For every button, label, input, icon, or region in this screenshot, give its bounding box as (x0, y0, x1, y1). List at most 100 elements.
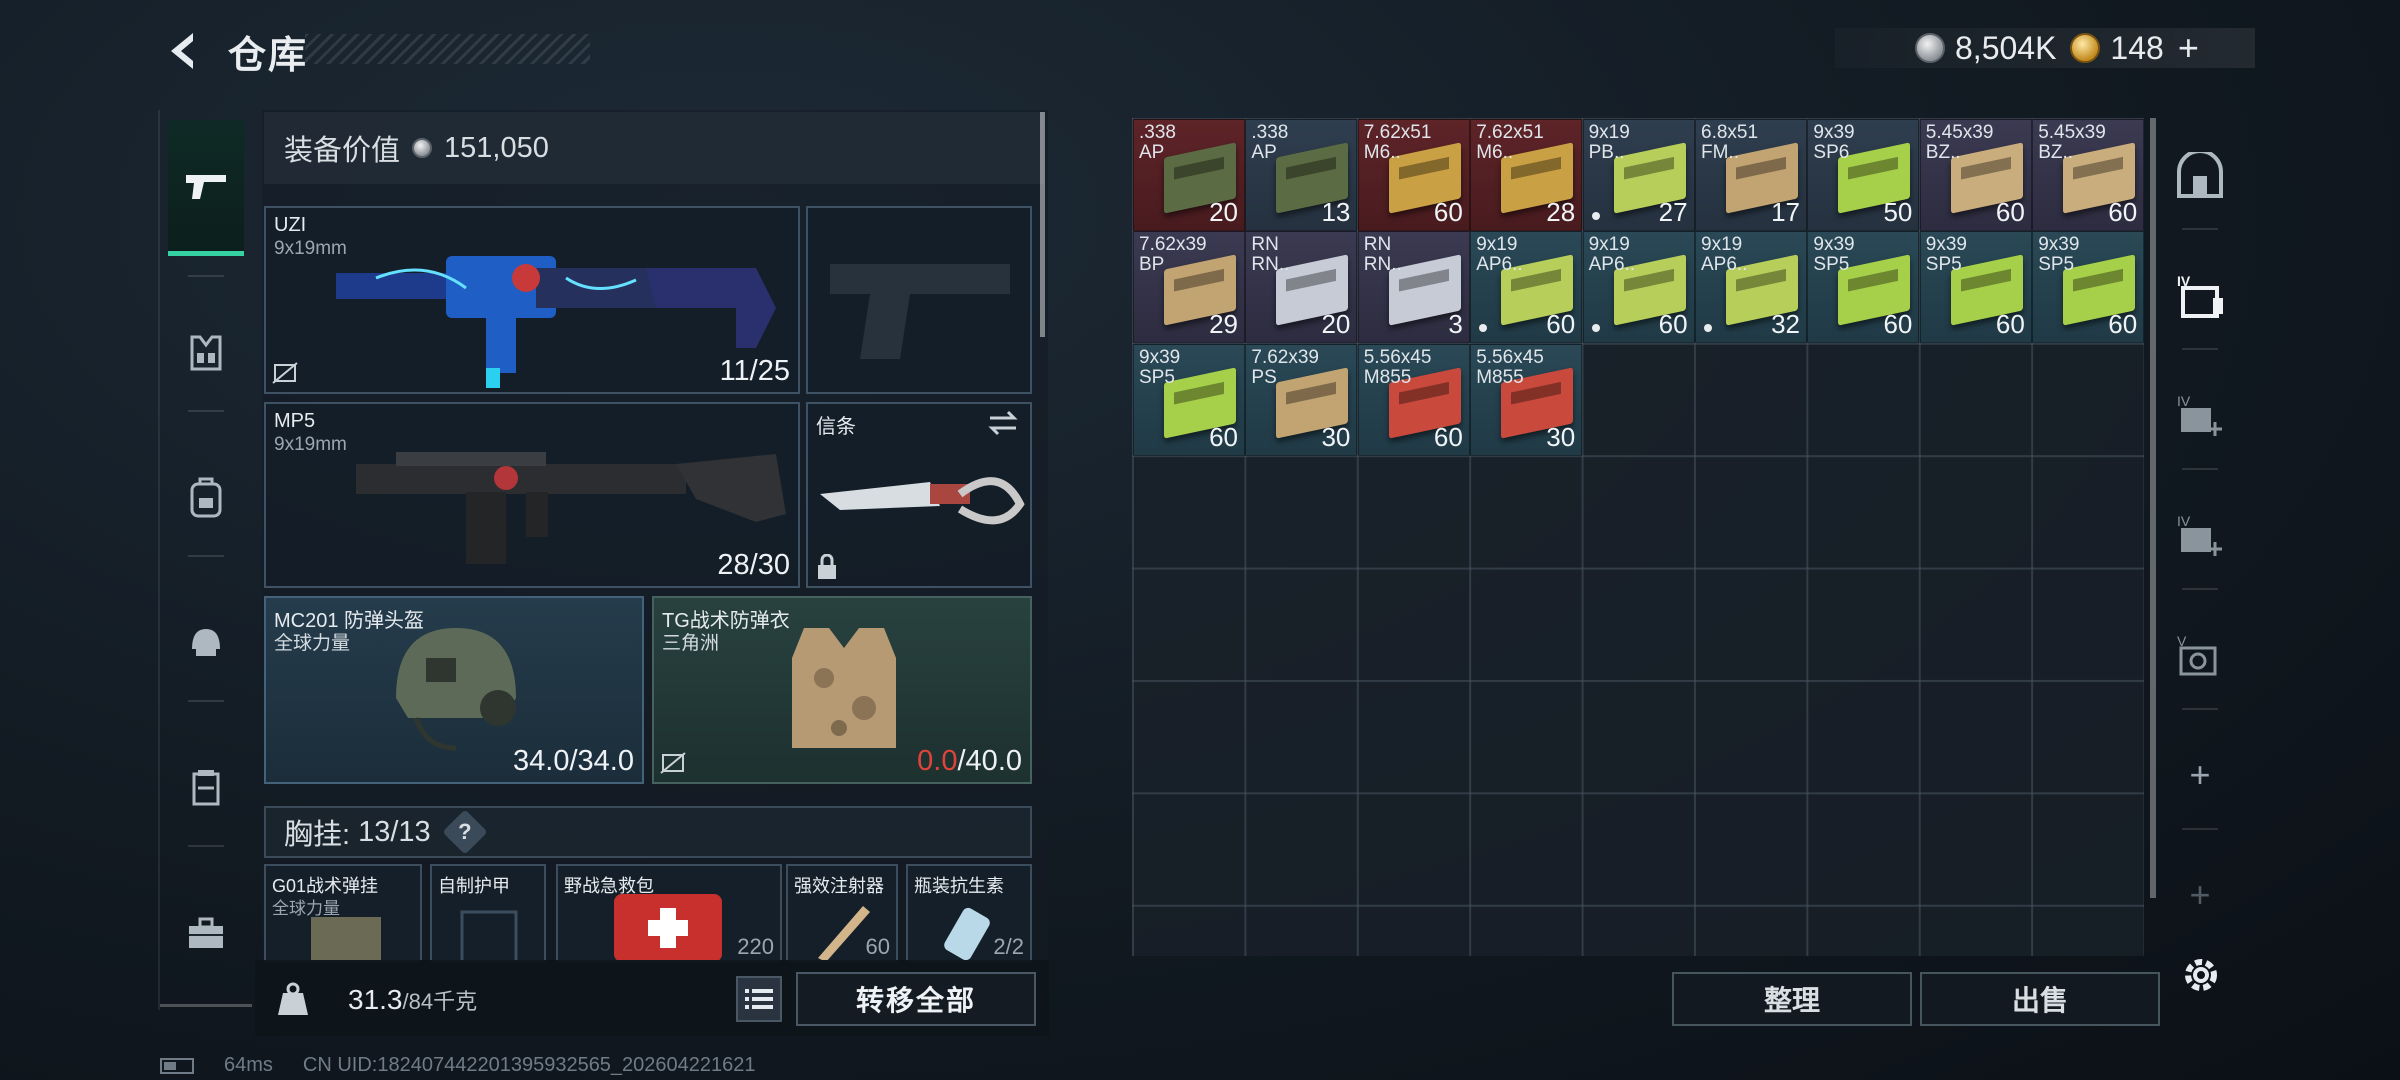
safe-box-icon (2177, 152, 2223, 198)
primary-weapon-slot[interactable]: UZI 9x19mm 11/25 (264, 206, 800, 394)
storage-item[interactable]: 5.56x45 M855 60 (1357, 343, 1470, 456)
storage-item[interactable]: 9x39 SP5 60 (2032, 231, 2145, 344)
ammo-amount: 32 (1771, 309, 1800, 340)
helmet-slot[interactable]: MC201 防弹头盔 全球力量 34.0/34.0 (264, 596, 644, 784)
svg-text:IV: IV (2177, 513, 2191, 529)
settings-gear-icon[interactable] (2178, 952, 2224, 998)
storage-item[interactable]: 9x19 AP6.. 60 (1470, 231, 1583, 344)
storage-scrollbar[interactable] (2150, 118, 2156, 898)
ammo-amount: 17 (1771, 197, 1800, 227)
help-icon: ? (457, 818, 472, 844)
ammo-caliber: 9x39 SP5 (2038, 234, 2080, 276)
battery-icon (160, 1057, 194, 1074)
storage-item[interactable]: RN RN.. 3 (1357, 231, 1470, 344)
melee-name: 信条 (816, 416, 856, 438)
rail-item-chest-rig[interactable] (168, 285, 244, 421)
new-item-dot (1591, 324, 1600, 333)
pocket-item-name: 强效注射器 (794, 876, 884, 896)
ammo-caliber: 7.62x51 M6.. (1476, 122, 1544, 163)
melee-slot[interactable]: 信条 (806, 402, 1032, 588)
rail-item-backpack[interactable] (168, 430, 244, 566)
ammo-amount: 30 (1546, 421, 1576, 452)
storage-tab-iv[interactable]: IV (2170, 260, 2230, 330)
storage-item[interactable]: 7.62x51 M6.. 60 (1357, 119, 1470, 231)
rail-divider (2182, 348, 2218, 350)
armor-vest-icon (192, 770, 220, 806)
pocket-item[interactable]: 野战急救包 220 (556, 864, 782, 962)
gold-currency[interactable]: 148 + (2070, 27, 2199, 69)
storage-tab-add-2[interactable]: IV (2170, 500, 2230, 570)
sell-button[interactable]: 出售 (1920, 972, 2160, 1026)
uzi-weapon-image (336, 256, 776, 388)
pocket-item[interactable]: 自制护甲 (430, 864, 546, 962)
storage-item[interactable]: 7.62x39 PS 30 (1245, 343, 1358, 456)
carry-weight: 31.3/84千克 (348, 984, 477, 1016)
storage-tab-add-3[interactable]: + (2170, 740, 2230, 810)
storage-tab-add-4[interactable]: + (2170, 860, 2230, 930)
storage-item[interactable]: .338 AP 13 (1245, 119, 1358, 231)
storage-item[interactable]: 9x19 AP6.. 60 (1582, 231, 1695, 344)
loadout-scrollbar[interactable] (1040, 112, 1045, 337)
storage-item[interactable]: RN RN.. 20 (1245, 231, 1358, 344)
storage-item[interactable]: 9x39 SP5 60 (1807, 231, 1920, 344)
ammo-amount: 60 (1883, 309, 1913, 340)
list-view-button[interactable] (736, 976, 782, 1022)
sidearm-slot[interactable] (806, 206, 1032, 394)
add-currency-button[interactable]: + (2178, 27, 2199, 69)
pocket-item[interactable]: G01战术弹挂 全球力量 (264, 864, 422, 962)
pocket-item[interactable]: 瓶装抗生素 2/2 (906, 864, 1032, 962)
storage-item[interactable]: 7.62x39 BP 29 (1133, 231, 1245, 344)
body-armor-slot[interactable]: TG战术防弹衣 三角洲 0.0/40.0 (652, 596, 1032, 784)
ammo-amount: 30 (1321, 421, 1351, 452)
gold-amount: 148 (2110, 29, 2164, 66)
ammo-amount: 60 (1995, 309, 2025, 340)
storage-item[interactable]: 9x19 PB.. 27 (1582, 119, 1695, 231)
pocket-item[interactable]: 强效注射器 60 (786, 864, 898, 962)
storage-item[interactable]: 9x39 SP5 60 (1133, 343, 1245, 456)
sort-button[interactable]: 整理 (1672, 972, 1912, 1026)
storage-item[interactable]: 9x19 AP6.. 32 (1695, 231, 1807, 344)
ammo-caliber: 5.45x39 BZ.. (1925, 122, 1994, 163)
ammo-caliber: .338 AP (1251, 122, 1289, 163)
storage-item[interactable]: .338 AP 20 (1133, 119, 1245, 231)
storage-item[interactable]: 5.45x39 BZ.. 60 (2032, 119, 2145, 231)
pocket-item-qty: 2/2 (993, 934, 1024, 959)
pocket-item-qty: 60 (865, 934, 890, 959)
storage-item[interactable]: 9x39 SP6 50 (1807, 119, 1920, 231)
ammo-amount: 60 (1995, 197, 2025, 227)
equipment-value: 151,050 (444, 131, 549, 164)
new-item-dot (1479, 324, 1488, 333)
swap-icon[interactable] (986, 410, 1020, 436)
armor-durability: 0.0/40.0 (917, 745, 1022, 778)
ammo-caliber: 9x39 SP5 (1139, 346, 1181, 388)
category-rail (158, 110, 254, 1010)
ammo-caliber: 7.62x51 M6.. (1363, 122, 1432, 163)
rail-item-weapons[interactable] (168, 120, 244, 256)
storage-item[interactable]: 6.8x51 FM.. 17 (1695, 119, 1807, 231)
storage-item[interactable]: 5.56x45 M855 30 (1470, 343, 1583, 456)
storage-item[interactable]: 7.62x51 M6.. 28 (1470, 119, 1583, 231)
rail-divider (2182, 228, 2218, 230)
equipment-value-label: 装备价值 (284, 135, 401, 167)
secondary-weapon-slot[interactable]: MP5 9x19mm 28/30 (264, 402, 800, 588)
storage-item[interactable]: 9x39 SP5 60 (1919, 231, 2032, 344)
ammo-amount: 29 (1209, 309, 1238, 340)
ammo-amount: 60 (2108, 197, 2138, 227)
back-arrow-icon (171, 33, 193, 69)
storage-tab-v[interactable]: V (2170, 620, 2230, 690)
storage-tab-safe[interactable] (2170, 140, 2230, 210)
weapon-caliber: 9x19mm (274, 434, 347, 455)
ammo-caliber: 5.56x45 M855 (1363, 346, 1432, 388)
broken-status-icon (660, 752, 686, 774)
rail-item-helmet[interactable] (168, 575, 244, 711)
storage-item[interactable]: 5.45x39 BZ.. 60 (1919, 119, 2032, 231)
back-button[interactable] (158, 26, 208, 76)
help-button[interactable]: ? (442, 809, 488, 855)
transfer-all-button[interactable]: 转移全部 (796, 972, 1036, 1026)
rail-item-armor[interactable] (168, 720, 244, 856)
pistol-placeholder-icon (830, 264, 1010, 359)
storage-tab-add-1[interactable]: IV (2170, 380, 2230, 450)
pocket-item-name: 自制护甲 (438, 876, 510, 896)
rail-item-toolbox[interactable] (168, 865, 244, 1001)
storage-iv-icon: IV (2177, 273, 2223, 318)
